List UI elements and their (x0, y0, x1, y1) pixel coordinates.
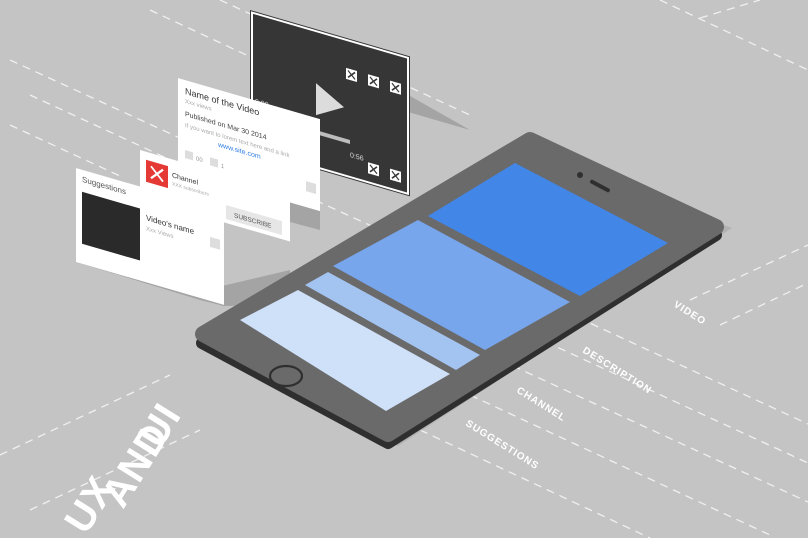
label-video: VIDEO (671, 299, 707, 327)
illustration-canvas: 0:00 0:56 Name of the Video Xxx views Pu… (0, 0, 808, 538)
label-suggestions: SUGGESTIONS (463, 418, 540, 472)
camera-icon (577, 172, 583, 178)
dislike-count: 1 (221, 163, 225, 171)
label-channel: CHANNEL (514, 385, 567, 424)
headline: UI AND UX (56, 396, 190, 538)
label-description: DESCRIPTION (580, 345, 653, 396)
